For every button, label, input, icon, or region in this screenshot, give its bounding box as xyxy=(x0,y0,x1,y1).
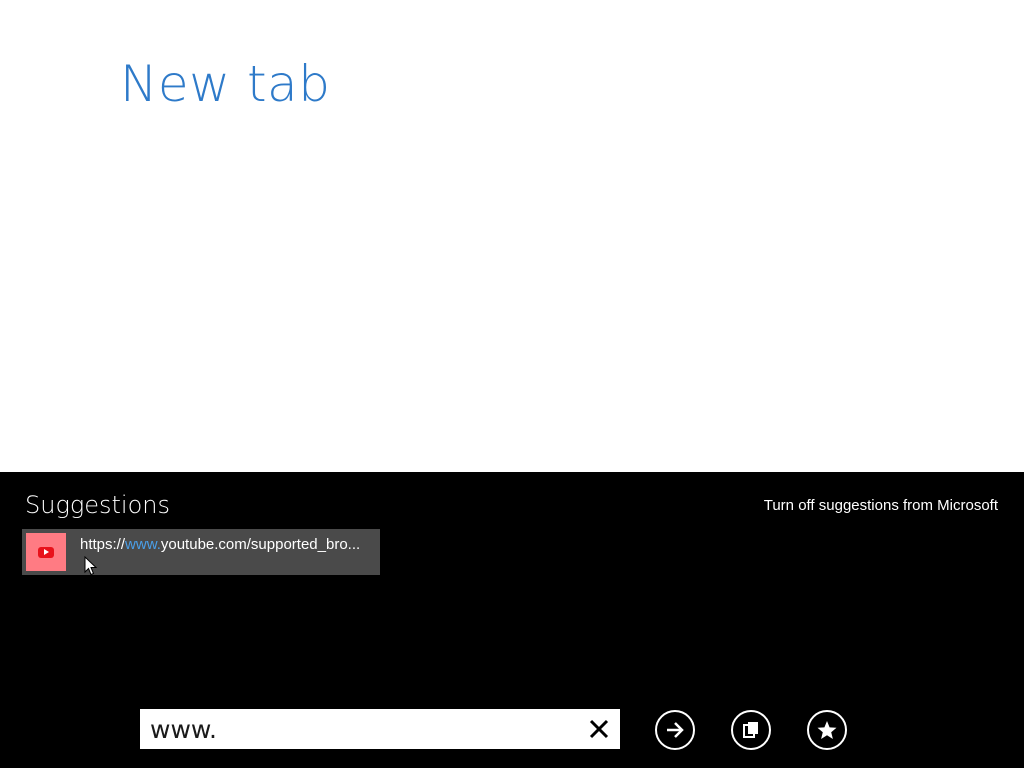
url-prefix: https:// xyxy=(80,535,126,553)
favorite-button[interactable] xyxy=(807,710,847,750)
page-title: New tab xyxy=(120,55,331,113)
turn-off-suggestions-link[interactable]: Turn off suggestions from Microsoft xyxy=(764,497,998,514)
app-bar: Suggestions Turn off suggestions from Mi… xyxy=(0,472,1024,768)
tabs-icon xyxy=(743,722,758,738)
address-bar xyxy=(140,709,620,749)
close-icon[interactable] xyxy=(586,716,612,742)
arrow-right-icon xyxy=(667,722,684,738)
mouse-cursor-icon xyxy=(84,556,98,576)
suggestions-heading: Suggestions xyxy=(25,491,170,519)
suggestion-tile xyxy=(26,533,66,571)
url-match-highlight: www. xyxy=(125,535,161,553)
suggestion-url: https://www.youtube.com/supported_bro... xyxy=(80,536,360,553)
suggestion-item[interactable]: https://www.youtube.com/supported_bro... xyxy=(22,529,380,575)
tabs-button[interactable] xyxy=(731,710,771,750)
url-rest: youtube.com/supported_bro... xyxy=(160,535,361,553)
browser-page: New tab Suggestions Turn off suggestions… xyxy=(0,0,1024,768)
address-input[interactable] xyxy=(150,711,570,747)
youtube-icon xyxy=(38,546,54,558)
star-icon xyxy=(817,721,837,739)
go-button[interactable] xyxy=(655,710,695,750)
